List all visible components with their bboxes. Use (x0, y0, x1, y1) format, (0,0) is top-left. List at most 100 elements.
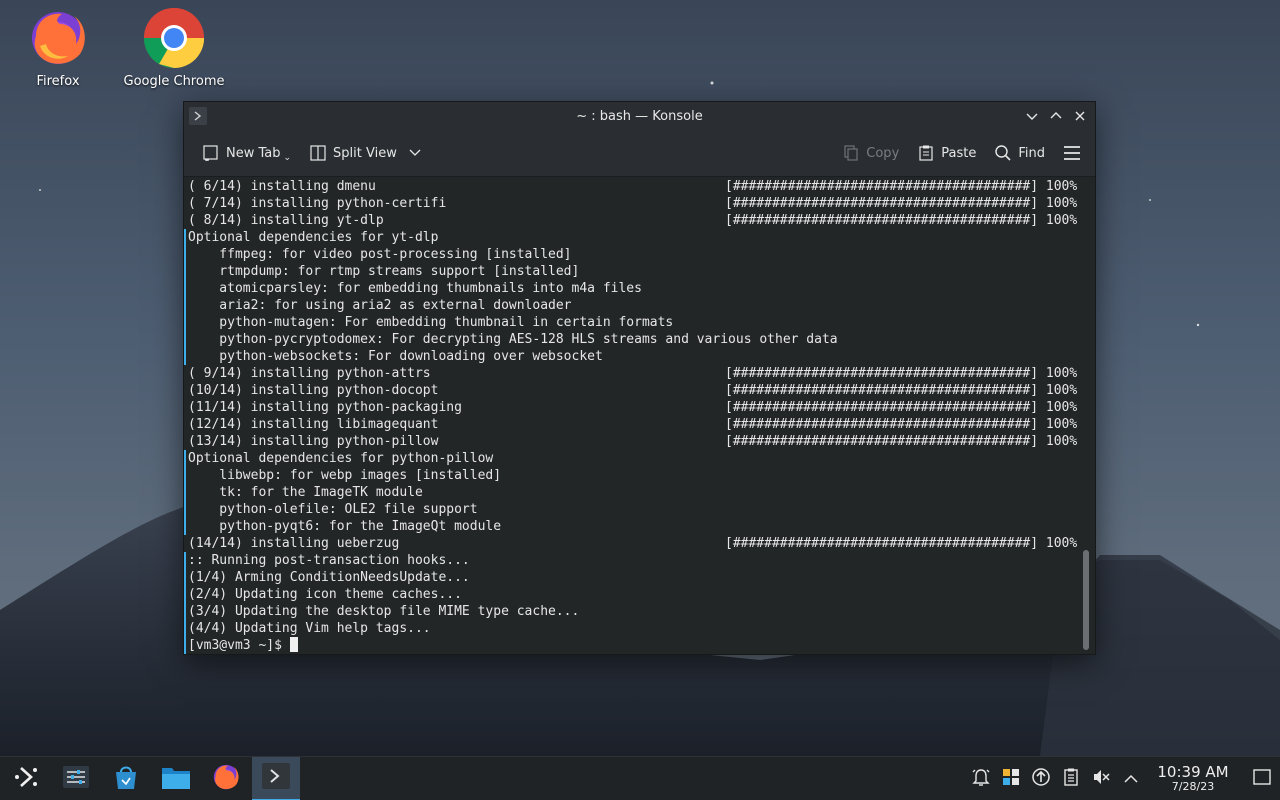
terminal-view[interactable]: ( 6/14) installing dmenu [###############… (184, 178, 1095, 654)
terminal-line: python-pyqt6: for the ImageQt module (188, 518, 1078, 535)
terminal-line-text: Optional dependencies for yt-dlp (188, 230, 439, 245)
digital-clock[interactable]: 10:39 AM 7/28/23 (1156, 764, 1230, 793)
tray-notifications[interactable] (968, 766, 994, 792)
chevron-down-icon: ⌄ (283, 153, 292, 163)
terminal-prompt-line[interactable]: [vm3@vm3 ~]$ (188, 637, 1078, 654)
terminal-line: (11/14) installing python-packaging [####… (188, 399, 1078, 416)
clipboard-icon (1061, 767, 1081, 791)
taskbar-discover[interactable] (102, 757, 150, 800)
terminal-line: ( 9/14) installing python-attrs [########… (188, 365, 1078, 382)
tray-volume[interactable] (1088, 766, 1114, 792)
terminal-line-text: tk: for the ImageTK module (188, 485, 423, 500)
terminal-scrollbar[interactable] (1083, 550, 1089, 650)
konsole-window: ~ : bash — Konsole New Tab ⌄ Split View … (183, 101, 1096, 655)
paste-button[interactable]: Paste (913, 138, 980, 168)
discover-store-icon (112, 763, 140, 795)
terminal-line: aria2: for using aria2 as external downl… (188, 297, 1078, 314)
chevron-down-icon (409, 149, 421, 157)
desktop-icon-label: Google Chrome (123, 74, 225, 89)
terminal-line-text: python-olefile: OLE2 file support (188, 502, 478, 517)
terminal-line-text: (1/4) Arming ConditionNeedsUpdate... (188, 570, 470, 585)
firefox-icon (26, 6, 90, 70)
terminal-line: tk: for the ImageTK module (188, 484, 1078, 501)
system-tray: 10:39 AM 7/28/23 (964, 757, 1280, 800)
terminal-line-text: (12/14) installing libimagequant (188, 417, 439, 432)
terminal-line-text: python-pyqt6: for the ImageQt module (188, 519, 502, 534)
terminal-line: (10/14) installing python-docopt [#######… (188, 382, 1078, 399)
tray-clipboard[interactable] (1058, 766, 1084, 792)
output-marker (184, 552, 186, 654)
launcher-icon (13, 764, 39, 794)
desktop-icon-google-chrome[interactable]: Google Chrome (119, 6, 229, 89)
terminal-line: ( 8/14) installing yt-dlp [##############… (188, 212, 1078, 229)
minimize-button[interactable] (1023, 107, 1041, 125)
terminal-line: (1/4) Arming ConditionNeedsUpdate... (188, 569, 1078, 586)
search-icon (994, 144, 1012, 162)
terminal-line-text: :: Running post-transaction hooks... (188, 553, 470, 568)
alarm-bell-icon (971, 767, 991, 791)
clock-date: 7/28/23 (1171, 780, 1215, 793)
terminal-line-text: (11/14) installing python-packaging (188, 400, 462, 415)
split-view-label: Split View (333, 145, 397, 161)
progress-bar-text: [######################################]… (725, 383, 1078, 398)
clock-time: 10:39 AM (1157, 763, 1229, 781)
terminal-output: ( 6/14) installing dmenu [###############… (188, 178, 1078, 654)
terminal-line-text: python-websockets: For downloading over … (188, 349, 603, 364)
terminal-line: atomicparsley: for embedding thumbnails … (188, 280, 1078, 297)
close-icon (1075, 111, 1085, 121)
progress-bar-text: [######################################]… (725, 417, 1078, 432)
chevron-up-icon (1124, 769, 1138, 788)
terminal-line: (13/14) installing python-pillow [#######… (188, 433, 1078, 450)
hamburger-menu-button[interactable] (1059, 138, 1085, 168)
paste-label: Paste (941, 145, 977, 161)
paste-icon (917, 144, 935, 162)
terminal-line-text: python-pycryptodomex: For decrypting AES… (188, 332, 838, 347)
show-desktop-button[interactable] (1244, 757, 1280, 800)
progress-bar-text: [######################################]… (725, 179, 1078, 194)
terminal-line-text: rtmpdump: for rtmp streams support [inst… (188, 264, 580, 279)
window-titlebar[interactable]: ~ : bash — Konsole (184, 102, 1095, 130)
terminal-line: python-websockets: For downloading over … (188, 348, 1078, 365)
terminal-line: (3/4) Updating the desktop file MIME typ… (188, 603, 1078, 620)
taskbar-file-manager[interactable] (152, 757, 200, 800)
terminal-line: (4/4) Updating Vim help tags... (188, 620, 1078, 637)
close-button[interactable] (1071, 107, 1089, 125)
maximize-button[interactable] (1047, 107, 1065, 125)
desktop-icon-firefox[interactable]: Firefox (3, 6, 113, 89)
split-view-button[interactable]: Split View (305, 138, 425, 168)
new-tab-button[interactable]: New Tab ⌄ (198, 138, 295, 168)
terminal-line: :: Running post-transaction hooks... (188, 552, 1078, 569)
terminal-line: python-pycryptodomex: For decrypting AES… (188, 331, 1078, 348)
new-tab-icon (202, 144, 220, 162)
settings-sliders-icon (62, 763, 90, 795)
desktop-icon-label: Firefox (36, 74, 80, 89)
folder-icon (161, 764, 191, 794)
output-marker (184, 450, 186, 535)
terminal-line: ( 7/14) installing python-certifi [######… (188, 195, 1078, 212)
terminal-line: ffmpeg: for video post-processing [insta… (188, 246, 1078, 263)
konsole-app-icon[interactable] (189, 107, 207, 125)
split-view-icon (309, 144, 327, 162)
terminal-line-text: (13/14) installing python-pillow (188, 434, 439, 449)
terminal-line-text: atomicparsley: for embedding thumbnails … (188, 281, 642, 296)
tray-activity-pager[interactable] (998, 766, 1024, 792)
find-label: Find (1018, 145, 1045, 161)
copy-label: Copy (866, 145, 900, 161)
terminal-line: python-olefile: OLE2 file support (188, 501, 1078, 518)
chevron-up-icon (1050, 112, 1062, 119)
taskbar-system-settings[interactable] (52, 757, 100, 800)
taskbar-firefox[interactable] (202, 757, 250, 800)
terminal-line-text: libwebp: for webp images [installed] (188, 468, 502, 483)
application-launcher-button[interactable] (2, 757, 50, 800)
hamburger-menu-icon (1063, 145, 1081, 161)
terminal-line-text: (3/4) Updating the desktop file MIME typ… (188, 604, 580, 619)
tray-expand-button[interactable] (1118, 766, 1144, 792)
progress-bar-text: [######################################]… (725, 366, 1078, 381)
taskbar-konsole[interactable] (252, 756, 300, 800)
find-button[interactable]: Find (990, 138, 1049, 168)
tray-updates[interactable] (1028, 766, 1054, 792)
terminal-line: (12/14) installing libimagequant [#######… (188, 416, 1078, 433)
copy-button[interactable]: Copy (838, 138, 903, 168)
progress-bar-text: [######################################]… (725, 434, 1078, 449)
progress-bar-text: [######################################]… (725, 196, 1078, 211)
